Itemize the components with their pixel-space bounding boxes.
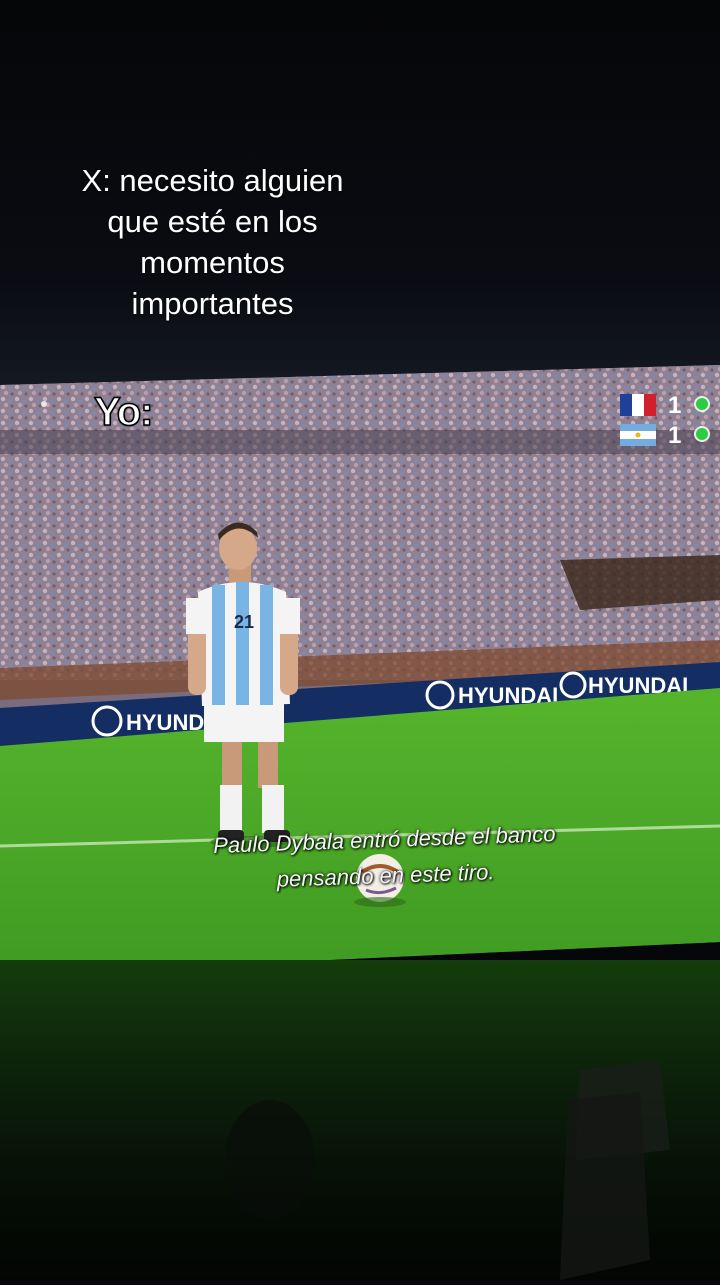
penalty-scored-icon [694,396,710,412]
foreground-objects [225,1060,670,1280]
score-france: 1 [668,392,682,419]
score-argentina: 1 [668,422,682,449]
tv-subtitle: Paulo Dybala entró desde el banco pensan… [169,815,601,902]
penalty-scored-icon [694,426,710,442]
dark-floor-foreground [0,960,720,1280]
score-row-argentina: 1 [618,422,718,449]
scoreboard: 1 1 [618,392,718,450]
broadcast-dot [41,401,47,407]
argentina-flag-icon [620,424,656,446]
meme-label-yo: Yo: [93,389,154,435]
player-number: 21 [234,612,254,632]
score-row-france: 1 [618,392,718,419]
france-flag-icon [620,394,656,416]
